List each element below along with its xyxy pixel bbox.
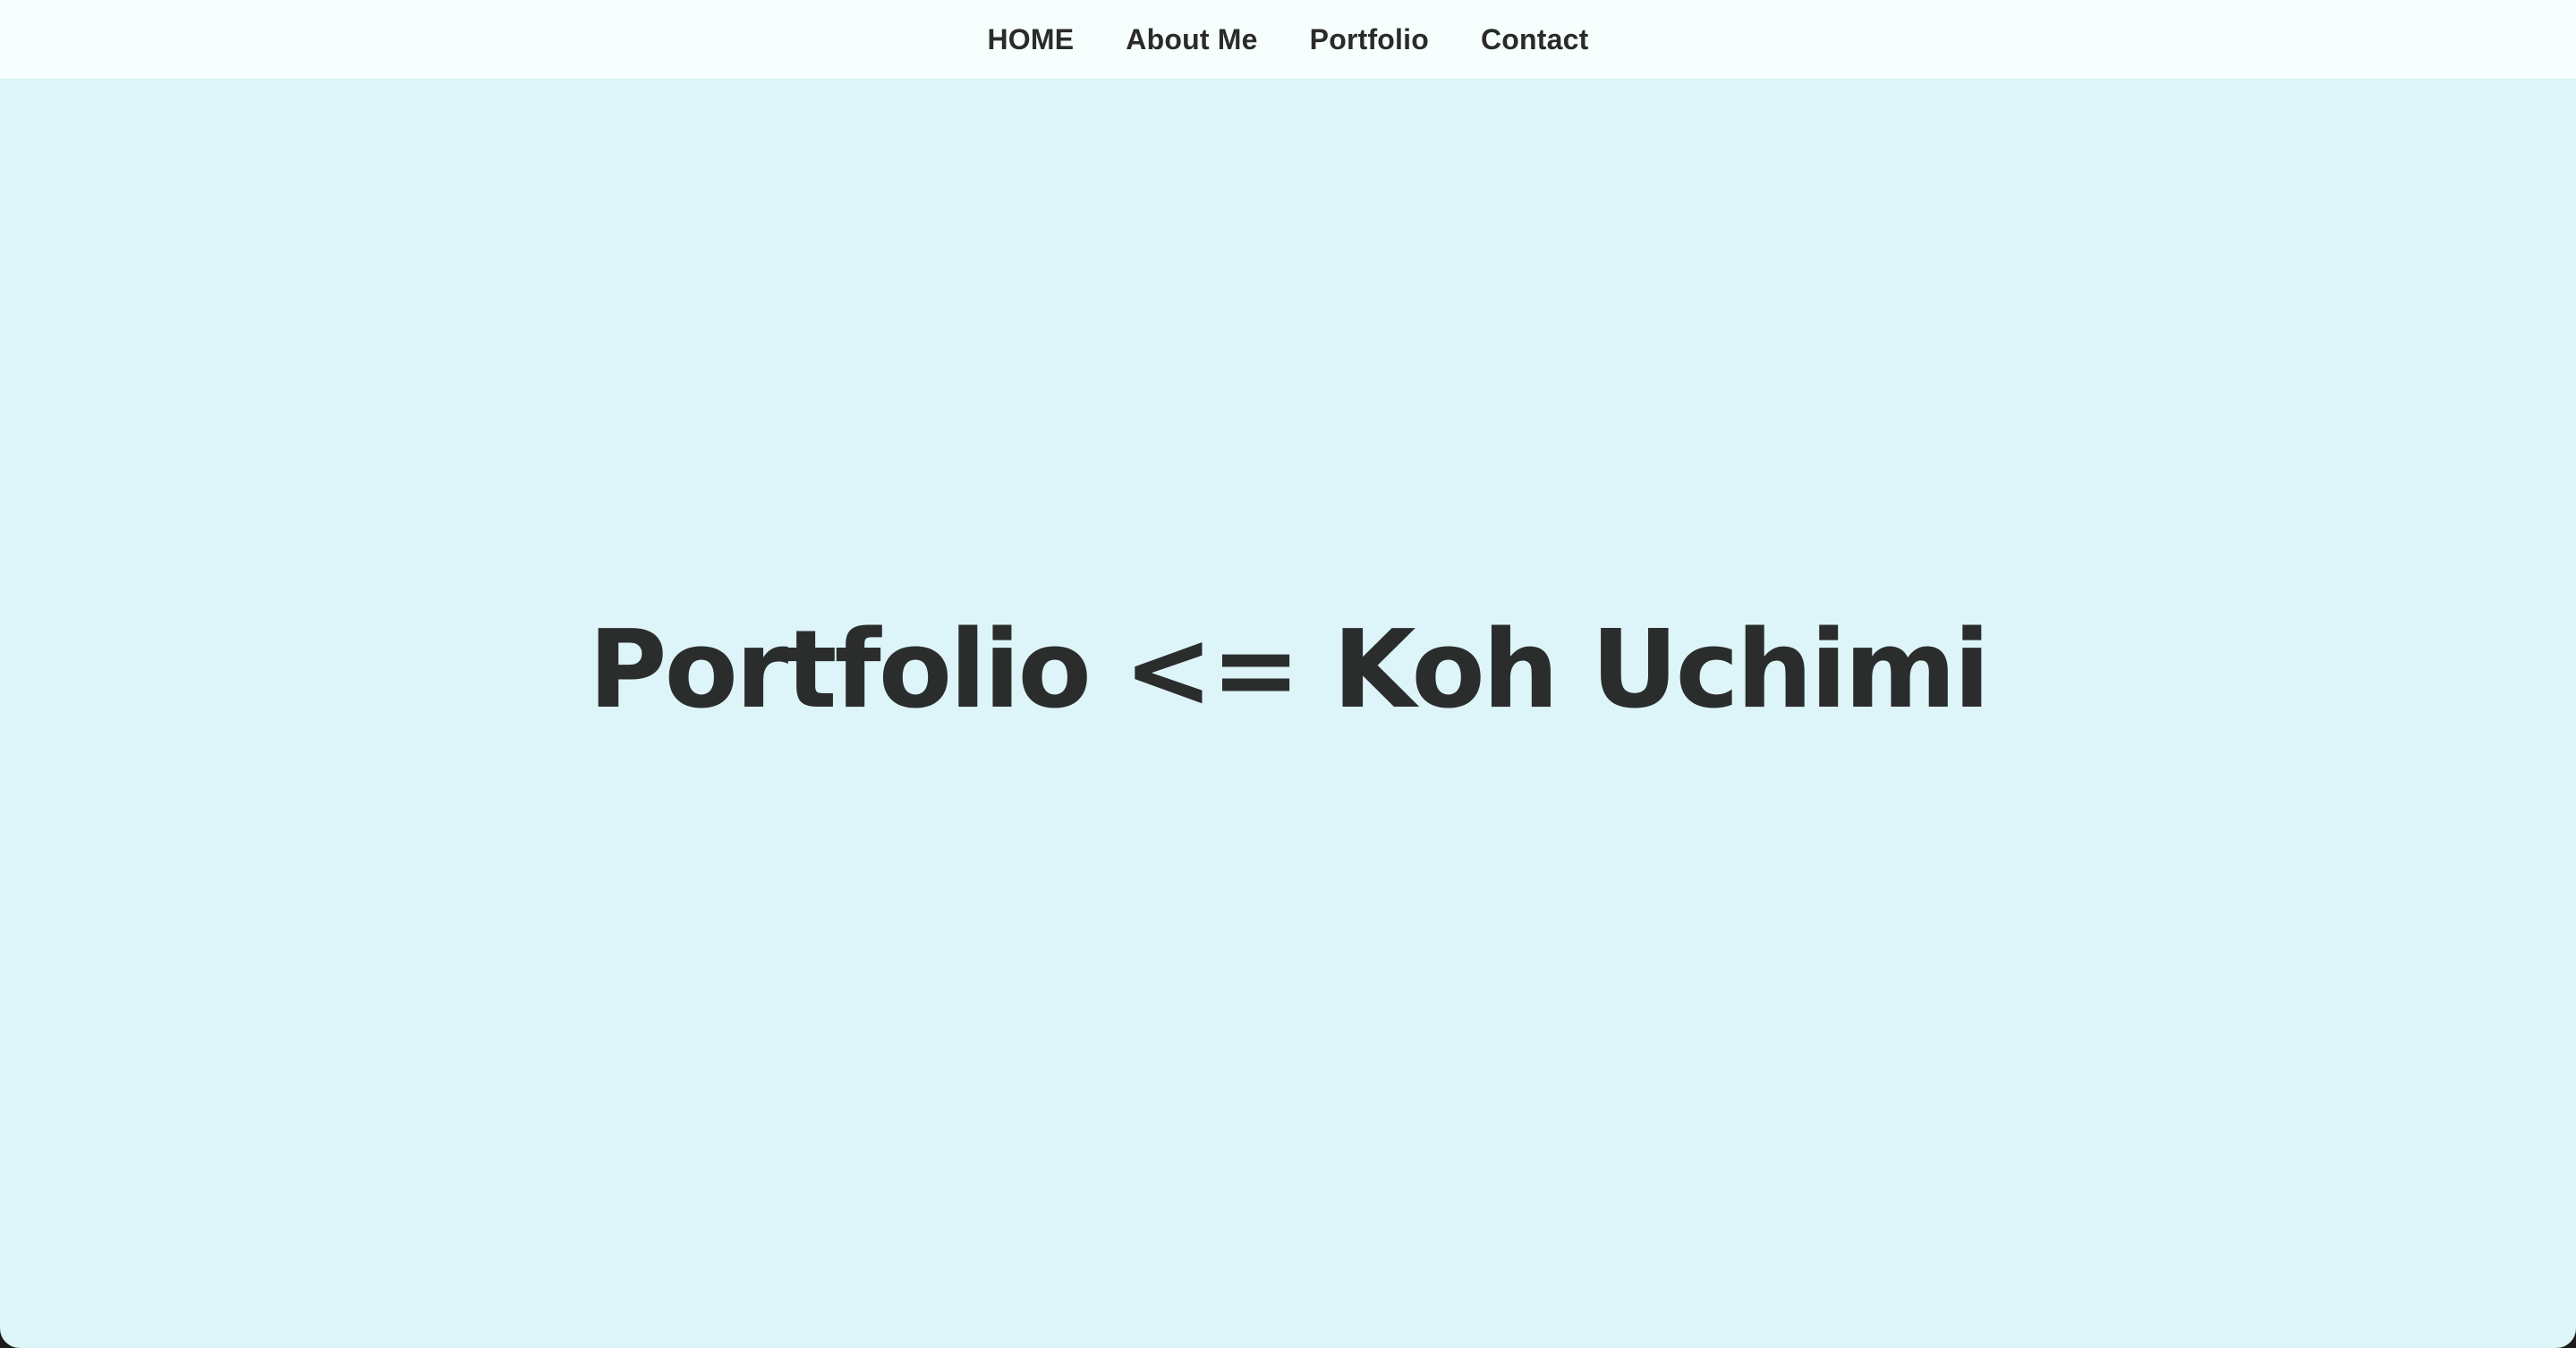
- hero-section: Portfolio <= Koh Uchimi: [0, 79, 2576, 1348]
- nav-link-portfolio[interactable]: Portfolio: [1310, 0, 1429, 79]
- nav-link-home[interactable]: HOME: [987, 0, 1074, 79]
- top-navigation: HOME About Me Portfolio Contact: [0, 0, 2576, 79]
- nav-link-contact[interactable]: Contact: [1481, 0, 1589, 79]
- portfolio-page: HOME About Me Portfolio Contact Portfoli…: [0, 0, 2576, 1348]
- nav-link-about-me[interactable]: About Me: [1126, 0, 1257, 79]
- hero-title: Portfolio <= Koh Uchimi: [588, 608, 1991, 733]
